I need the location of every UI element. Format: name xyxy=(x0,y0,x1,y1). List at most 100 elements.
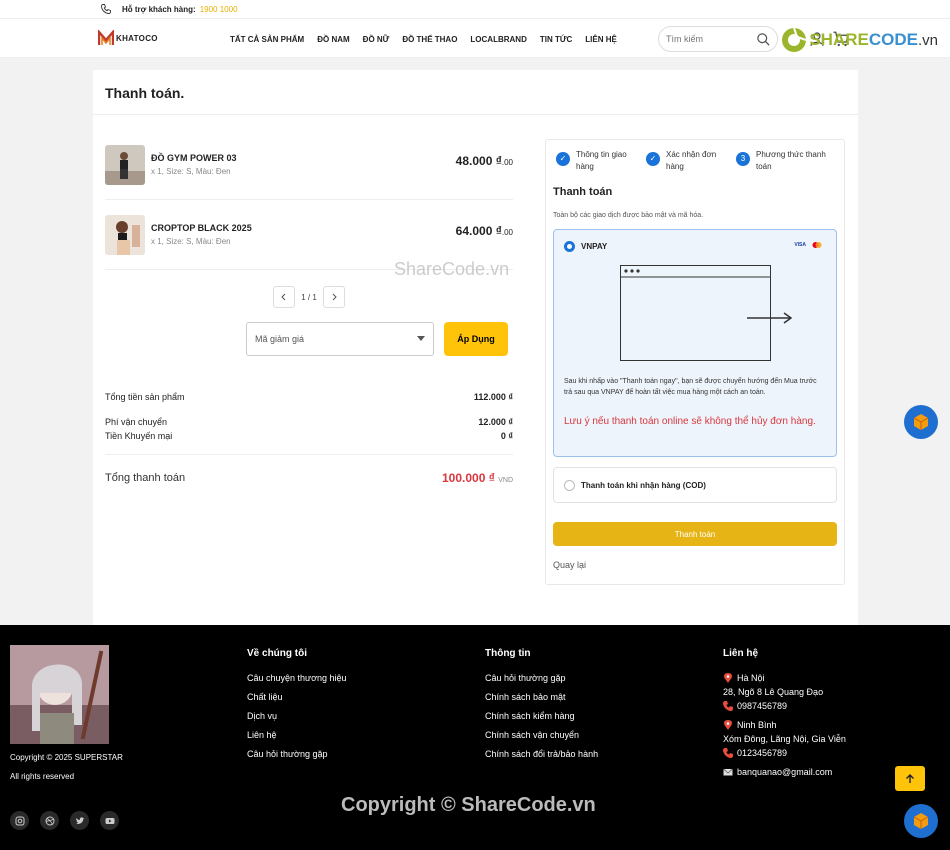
footer-link[interactable]: Câu hỏi thường gặp xyxy=(247,749,347,759)
footer-link[interactable]: Liên hệ xyxy=(247,730,347,740)
sharecode-share: SHARE xyxy=(809,30,869,49)
security-note: Toàn bộ các giao dịch được bảo mật và mã… xyxy=(553,212,704,219)
coupon-placeholder: Mã giảm giá xyxy=(255,334,305,344)
vnpay-radio[interactable] xyxy=(564,241,575,252)
top-bar: Hỗ trợ khách hàng: 1900 1000 xyxy=(0,0,950,18)
phone-icon xyxy=(723,701,733,711)
footer-link[interactable]: Chính sách đổi trả/bảo hành xyxy=(485,749,598,759)
search-icon[interactable] xyxy=(756,32,771,47)
cod-radio[interactable] xyxy=(564,480,575,491)
product-name[interactable]: CROPTOP BLACK 2025 xyxy=(151,223,252,233)
product-price: 48.000 ₫.00 xyxy=(455,154,513,168)
hotline-number[interactable]: 1900 1000 xyxy=(200,5,238,14)
redirect-illustration xyxy=(620,265,793,361)
overlay-watermark: ShareCode.vn xyxy=(394,259,510,279)
phone-icon xyxy=(723,748,733,758)
cube-icon xyxy=(913,813,929,829)
branch-city: Hà Nội xyxy=(723,673,846,683)
order-summary: ĐỒ GYM POWER 03 x 1, Size: S, Màu: Đen 4… xyxy=(105,130,513,485)
footer-info: Thông tin Câu hỏi thường gặp Chính sách … xyxy=(485,648,598,768)
copyright-text: Copyright © 2025 SUPERSTAR xyxy=(10,753,123,762)
product-thumbnail[interactable] xyxy=(105,214,145,255)
logo-text: KHATOCO xyxy=(116,33,158,43)
pay-button[interactable]: Thanh toán xyxy=(553,522,837,546)
nav-localbrand[interactable]: LOCALBRAND xyxy=(470,35,526,44)
main-nav: TẤT CẢ SẢN PHẨM ĐỒ NAM ĐỒ NỮ ĐỒ THỂ THAO… xyxy=(230,19,630,59)
branch-phone[interactable]: 0987456789 xyxy=(723,701,846,711)
cart-item: ĐỒ GYM POWER 03 x 1, Size: S, Màu: Đen 4… xyxy=(105,130,513,200)
nav-sport[interactable]: ĐỒ THỂ THAO xyxy=(402,35,457,44)
site-footer: Copyright © 2025 SUPERSTAR All rights re… xyxy=(0,625,950,850)
site-logo[interactable]: KHATOCO xyxy=(98,30,158,46)
chevron-left-icon xyxy=(281,293,286,301)
logo-m-icon xyxy=(98,30,114,45)
footer-link[interactable]: Câu chuyện thương hiệu xyxy=(247,673,347,683)
product-meta: x 1, Size: S, Màu: Đen xyxy=(151,237,231,246)
page-title: Thanh toán. xyxy=(93,70,858,115)
footer-contact-title: Liên hệ xyxy=(723,648,759,659)
vnpay-option[interactable]: VNPAY VISA Sau khi nhấp vào "Thanh toán … xyxy=(553,229,837,457)
contact-email[interactable]: banquanao@gmail.com xyxy=(723,767,846,777)
discount-row: Tiền Khuyến mại 0 ₫ xyxy=(105,431,513,441)
nav-women[interactable]: ĐỒ NỮ xyxy=(363,35,390,44)
step-shipping-info: ✓ Thông tin giao hàng xyxy=(556,149,646,173)
apply-coupon-button[interactable]: Áp Dụng xyxy=(444,322,508,356)
cube-badge-button[interactable] xyxy=(904,804,938,838)
search-box xyxy=(658,26,778,52)
branch-address: 28, Ngõ 8 Lê Quang Đạo xyxy=(723,687,824,697)
footer-link[interactable]: Chính sách kiểm hàng xyxy=(485,711,598,721)
phone-icon xyxy=(101,4,111,14)
shipping-row: Phí vận chuyển 12.000 ₫ xyxy=(105,417,513,427)
cod-label: Thanh toán khi nhận hàng (COD) xyxy=(581,481,706,490)
card-logos: VISA xyxy=(794,242,822,248)
step-number: 3 xyxy=(736,152,750,166)
footer-link[interactable]: Chính sách vận chuyển xyxy=(485,730,598,740)
branch-phone[interactable]: 0123456789 xyxy=(723,748,846,758)
subtotal-row: Tổng tiền sản phẩm 112.000 ₫ xyxy=(105,392,513,402)
cancel-warning: Lưu ý nếu thanh toán online sẽ không thể… xyxy=(564,416,816,427)
site-header: KHATOCO TẤT CẢ SẢN PHẨM ĐỒ NAM ĐỒ NỮ ĐỒ … xyxy=(0,18,950,58)
pagination: 1 / 1 xyxy=(105,286,513,308)
sharecode-vn: .vn xyxy=(917,31,938,49)
back-to-top-button[interactable] xyxy=(895,766,925,791)
page-indicator: 1 / 1 xyxy=(301,292,317,302)
footer-link[interactable]: Câu hỏi thường gặp xyxy=(485,673,598,683)
coupon-select[interactable]: Mã giảm giá xyxy=(246,322,434,356)
vnpay-label: VNPAY xyxy=(581,242,608,251)
footer-avatar xyxy=(10,645,109,744)
prev-page-button[interactable] xyxy=(273,286,296,308)
nav-contact[interactable]: LIÊN HỆ xyxy=(585,35,617,44)
youtube-icon[interactable] xyxy=(100,811,119,830)
next-page-button[interactable] xyxy=(322,286,345,308)
twitter-icon[interactable] xyxy=(70,811,89,830)
arrow-up-icon xyxy=(906,773,914,783)
step-confirm-order: ✓ Xác nhận đơn hàng xyxy=(646,149,736,173)
payment-heading: Thanh toán xyxy=(553,186,613,198)
vnpay-description: Sau khi nhấp vào "Thanh toán ngay", bạn … xyxy=(564,378,817,396)
nav-news[interactable]: TIN TỨC xyxy=(540,35,572,44)
product-meta: x 1, Size: S, Màu: Đen xyxy=(151,167,231,176)
footer-info-title: Thông tin xyxy=(485,648,531,659)
cod-option[interactable]: Thanh toán khi nhận hàng (COD) xyxy=(553,467,837,503)
product-price: 64.000 ₫.00 xyxy=(455,224,513,238)
search-input[interactable] xyxy=(666,34,754,44)
branch-address: Xóm Đông, Lãng Nội, Gia Viễn xyxy=(723,734,846,744)
footer-link[interactable]: Chính sách bảo mật xyxy=(485,692,598,702)
footer-contact: Liên hệ Hà Nội 28, Ngõ 8 Lê Quang Đạo 09… xyxy=(723,648,846,781)
visa-icon: VISA xyxy=(794,242,806,248)
product-name[interactable]: ĐỒ GYM POWER 03 xyxy=(151,153,237,163)
nav-all-products[interactable]: TẤT CẢ SẢN PHẨM xyxy=(230,35,304,44)
price-summary: Tổng tiền sản phẩm 112.000 ₫ Phí vận chuy… xyxy=(105,392,513,485)
footer-link[interactable]: Dịch vụ xyxy=(247,711,347,721)
dribbble-icon[interactable] xyxy=(40,811,59,830)
sharecode-logo: SHARE CODE .vn xyxy=(781,27,938,53)
support-label: Hỗ trợ khách hàng: xyxy=(122,4,196,14)
product-thumbnail[interactable] xyxy=(105,144,145,185)
footer-link[interactable]: Chất liệu xyxy=(247,692,347,702)
sharecode-ball-icon xyxy=(782,27,807,52)
nav-men[interactable]: ĐỒ NAM xyxy=(317,35,349,44)
total-row: Tổng thanh toán 100.000 ₫ VND xyxy=(105,454,513,485)
back-link[interactable]: Quay lại xyxy=(553,560,837,570)
instagram-icon[interactable] xyxy=(10,811,29,830)
cube-badge-button[interactable] xyxy=(904,405,938,439)
